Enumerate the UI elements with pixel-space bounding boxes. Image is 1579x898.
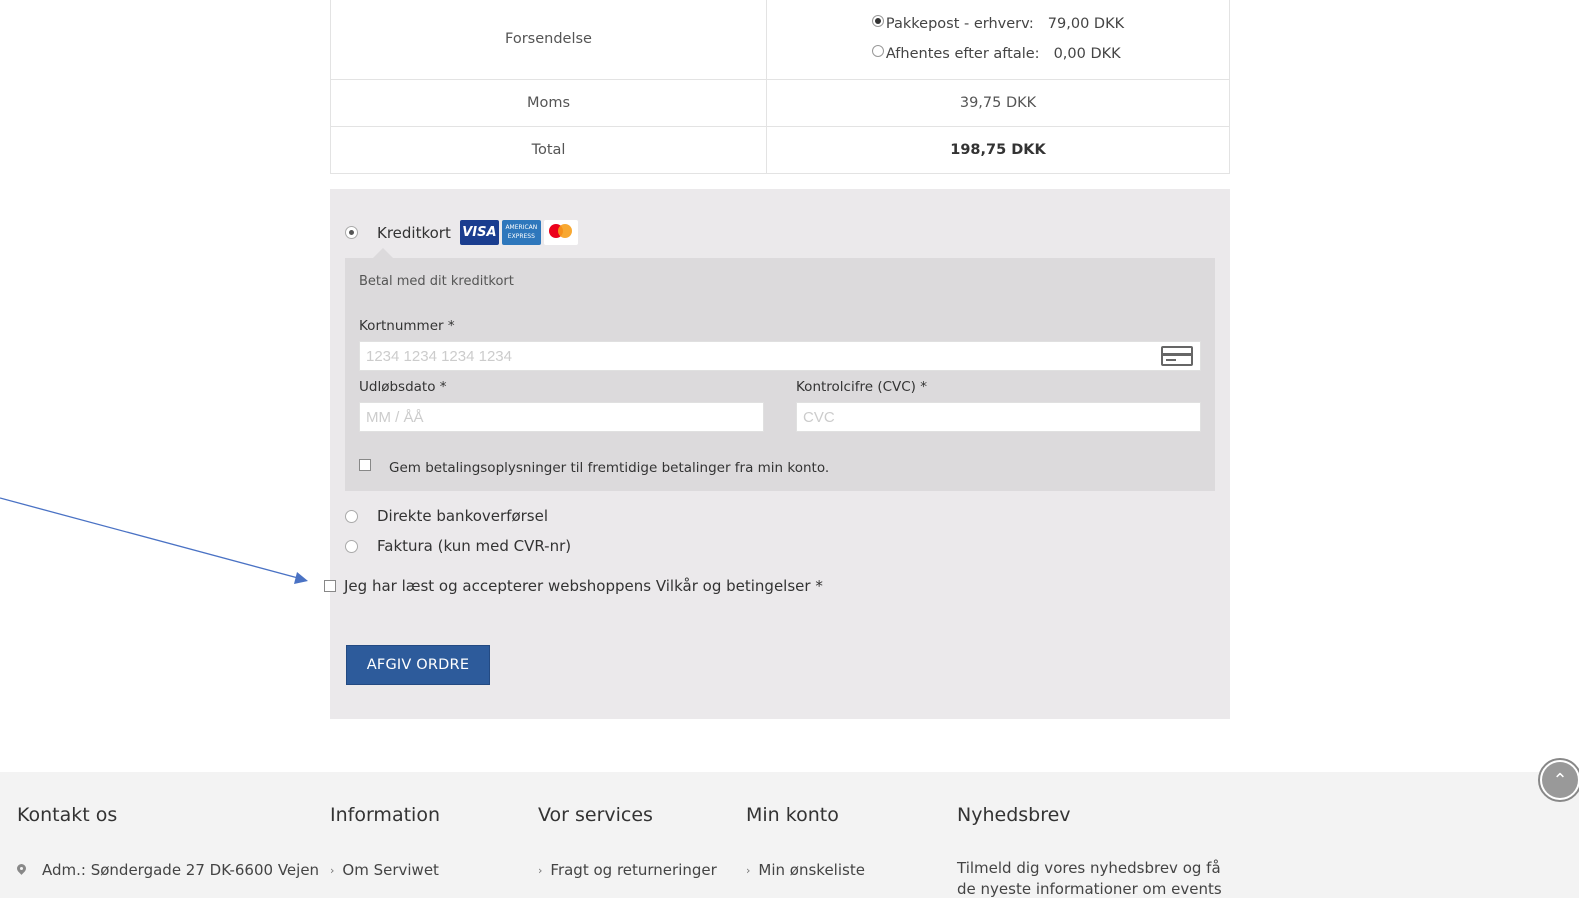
payment-methods-panel: Kreditkort VISA AMERICAN EXPRESS Betal m… — [324, 189, 1230, 719]
footer-link-wishlist[interactable]: › Min ønskeliste — [746, 861, 865, 879]
invoice-radio[interactable] — [345, 539, 358, 553]
chevron-right-icon: › — [746, 863, 751, 877]
visa-logo-icon: VISA — [459, 220, 499, 245]
footer-link-label: Om Serviwet — [342, 861, 439, 879]
save-payment-label: Gem betalingsoplysninger til fremtidige … — [389, 460, 830, 476]
footer-link-om-serviwet[interactable]: › Om Serviwet — [330, 861, 439, 879]
shipping-option-afhentes[interactable]: Afhentes efter aftale: 0,00 DKK — [871, 39, 1124, 69]
total-value: 198,75 DKK — [766, 126, 1230, 174]
bank-transfer-radio[interactable] — [345, 509, 358, 523]
amex-logo-icon: AMERICAN EXPRESS — [501, 220, 541, 245]
terms-acceptance[interactable]: Jeg har læst og accepterer webshoppens V… — [324, 577, 823, 595]
card-number-label: Kortnummer * — [359, 318, 455, 334]
payment-method-invoice[interactable]: Faktura (kun med CVR-nr) — [345, 537, 571, 555]
shipping-option-price: 79,00 DKK — [1047, 16, 1125, 32]
footer-info-heading: Information — [330, 804, 440, 826]
card-number-input[interactable]: 1234 1234 1234 1234 — [359, 341, 1201, 371]
expiry-input[interactable]: MM / ÅÅ — [359, 402, 764, 432]
chevron-right-icon: › — [538, 863, 543, 877]
footer-account-heading: Min konto — [746, 804, 839, 826]
shipping-radio-afhentes[interactable] — [871, 45, 884, 57]
mastercard-logo-icon — [543, 220, 578, 245]
total-label: Total — [330, 126, 767, 174]
terms-label: Jeg har læst og accepterer webshoppens V… — [344, 577, 823, 595]
contact-address-text: Adm.: Søndergade 27 DK-6600 Vejen — [42, 861, 320, 879]
footer-services-heading: Vor services — [538, 804, 653, 826]
expiry-label: Udløbsdato * — [359, 379, 447, 395]
cvc-label: Kontrolcifre (CVC) * — [796, 379, 927, 395]
footer-newsletter-heading: Nyhedsbrev — [957, 804, 1071, 826]
vat-row: Moms 39,75 DKK — [330, 79, 1230, 127]
order-summary-table: Forsendelse Pakkepost - erhverv: 79,00 D… — [330, 0, 1230, 174]
place-order-button[interactable]: AFGIV ORDRE — [346, 645, 490, 685]
footer-contact-address: Adm.: Søndergade 27 DK-6600 Vejen — [17, 861, 319, 879]
card-description: Betal med dit kreditkort — [359, 274, 514, 289]
shipping-options-cell: Pakkepost - erhverv: 79,00 DKK Afhentes … — [766, 0, 1230, 80]
credit-card-label: Kreditkort — [377, 223, 451, 242]
credit-card-form: Betal med dit kreditkort Kortnummer * 12… — [345, 248, 1215, 491]
invoice-label: Faktura (kun med CVR-nr) — [377, 537, 572, 555]
footer-link-fragt[interactable]: › Fragt og returneringer — [538, 861, 717, 879]
credit-card-icon — [1161, 346, 1193, 366]
credit-card-radio[interactable] — [345, 226, 358, 239]
cvc-input[interactable]: CVC — [796, 402, 1201, 432]
scroll-to-top-button[interactable]: ⌃ — [1538, 758, 1579, 802]
footer-contact-heading: Kontakt os — [17, 804, 118, 826]
site-footer: Kontakt os Adm.: Søndergade 27 DK-6600 V… — [0, 772, 1579, 898]
footer-link-label: Fragt og returneringer — [550, 861, 717, 879]
vat-value: 39,75 DKK — [766, 79, 1230, 127]
save-payment-checkbox[interactable] — [359, 459, 371, 471]
shipping-option-pakkepost[interactable]: Pakkepost - erhverv: 79,00 DKK — [871, 9, 1125, 39]
chevron-up-icon: ⌃ — [1542, 762, 1578, 798]
footer-link-label: Min ønskeliste — [758, 861, 865, 879]
bank-transfer-label: Direkte bankoverførsel — [377, 507, 549, 525]
terms-checkbox[interactable] — [324, 580, 336, 592]
payment-method-bank-transfer[interactable]: Direkte bankoverførsel — [345, 507, 548, 525]
shipping-option-price: 0,00 DKK — [1053, 46, 1121, 62]
chevron-right-icon: › — [330, 863, 335, 877]
shipping-option-label: Pakkepost - erhverv: — [885, 16, 1034, 32]
payment-method-credit-card[interactable]: Kreditkort VISA AMERICAN EXPRESS — [345, 220, 578, 245]
total-row: Total 198,75 DKK — [330, 126, 1230, 174]
shipping-label: Forsendelse — [330, 0, 767, 80]
shipping-radio-pakkepost[interactable] — [871, 15, 884, 27]
vat-label: Moms — [330, 79, 767, 127]
location-pin-icon — [17, 864, 26, 876]
annotation-arrow-icon — [0, 497, 308, 584]
shipping-row: Forsendelse Pakkepost - erhverv: 79,00 D… — [330, 0, 1230, 80]
newsletter-text: Tilmeld dig vores nyhedsbrev og få de ny… — [957, 859, 1222, 898]
shipping-option-label: Afhentes efter aftale: — [885, 46, 1040, 62]
